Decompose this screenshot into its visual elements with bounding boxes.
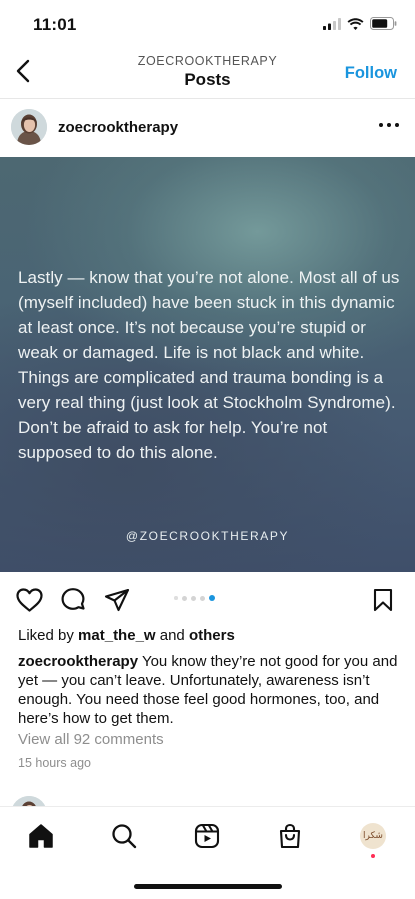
- home-icon: [29, 824, 53, 848]
- carousel-dot: [199, 595, 205, 601]
- likes-line: Liked by mat_the_w and others: [18, 627, 235, 644]
- likes-prefix: Liked by: [18, 627, 79, 644]
- status-icons: [323, 17, 397, 30]
- battery-icon: [370, 17, 397, 30]
- post-caption: zoecrooktherapy You know they’re not goo…: [18, 652, 400, 728]
- post-actions: [0, 572, 415, 624]
- comment-button[interactable]: [59, 586, 87, 614]
- nav-reels[interactable]: [192, 821, 222, 851]
- carousel-dot: [190, 595, 196, 601]
- nav-search[interactable]: [109, 821, 139, 851]
- liked-by-user-link[interactable]: mat_the_w: [78, 627, 156, 644]
- more-dot: [395, 123, 399, 127]
- like-button[interactable]: [15, 586, 43, 614]
- carousel-indicator: [174, 595, 215, 601]
- notification-dot: [371, 854, 375, 858]
- save-button[interactable]: [369, 586, 397, 614]
- caption-author[interactable]: zoecrooktherapy: [18, 653, 138, 670]
- more-dot: [379, 123, 383, 127]
- more-options-button[interactable]: [379, 118, 399, 132]
- post-image-text: Lastly — know that you’re not alone. Mos…: [18, 268, 400, 462]
- nav-profile[interactable]: شكرا: [358, 821, 388, 851]
- share-button[interactable]: [103, 586, 131, 614]
- search-icon: [112, 824, 137, 849]
- post-image-handle: @ZOECROOKTHERAPY: [125, 529, 290, 543]
- author-avatar[interactable]: [11, 109, 47, 145]
- likes-and: and: [155, 627, 189, 644]
- shopping-bag-icon: [279, 823, 301, 849]
- bookmark-icon: [373, 588, 393, 612]
- nav-shop[interactable]: [275, 821, 305, 851]
- status-bar: 11:01: [0, 0, 415, 48]
- post-image[interactable]: Lastly — know that you’re not alone. Mos…: [0, 157, 415, 572]
- more-dot: [387, 123, 391, 127]
- person-avatar-icon: [11, 109, 47, 145]
- wifi-icon: [347, 17, 364, 30]
- post-author-row: zoecrooktherapy: [0, 100, 415, 156]
- comment-icon: [61, 588, 85, 610]
- reels-icon: [194, 823, 220, 849]
- profile-avatar: شكرا: [360, 823, 386, 849]
- carousel-dot-active: [208, 595, 215, 601]
- posts-header: ZOECROOKTHERAPY Posts Follow: [0, 48, 415, 98]
- heart-icon: [15, 588, 43, 612]
- send-icon: [104, 588, 130, 612]
- cellular-signal-icon: [323, 17, 341, 30]
- author-username[interactable]: zoecrooktherapy: [58, 119, 178, 136]
- view-comments-link[interactable]: View all 92 comments: [18, 731, 164, 748]
- follow-button[interactable]: Follow: [345, 64, 397, 83]
- header-divider: [0, 98, 415, 99]
- carousel-dot: [174, 596, 178, 600]
- likes-others-link[interactable]: others: [189, 627, 235, 644]
- nav-home[interactable]: [26, 821, 56, 851]
- home-indicator[interactable]: [134, 884, 282, 889]
- carousel-dot: [181, 595, 187, 601]
- status-time: 11:01: [33, 15, 77, 34]
- post-timestamp: 15 hours ago: [18, 756, 91, 770]
